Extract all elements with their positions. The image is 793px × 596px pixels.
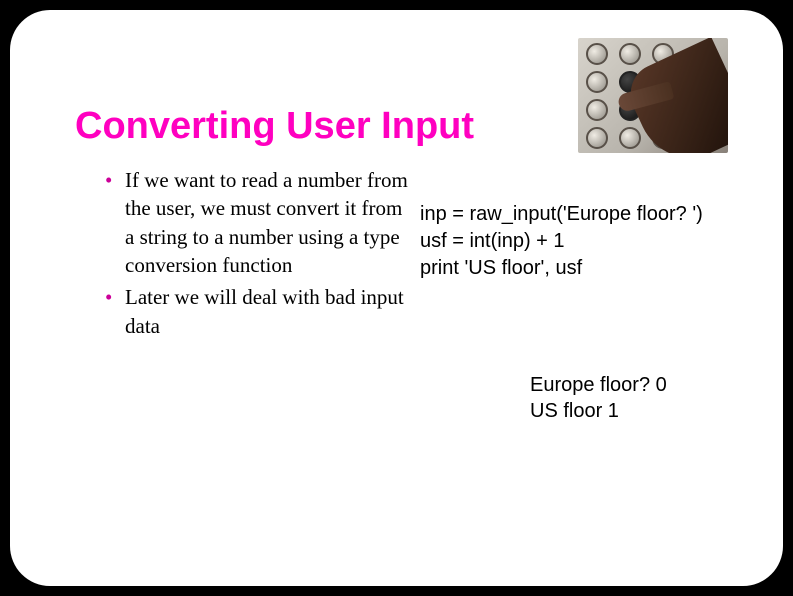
keypad-button — [586, 43, 608, 65]
output-line: Europe floor? 0 — [530, 372, 743, 398]
code-line: inp = raw_input('Europe floor? ') — [420, 201, 743, 228]
keypad-button — [619, 43, 641, 65]
code-block: inp = raw_input('Europe floor? ') usf = … — [420, 201, 743, 282]
bullet-list: If we want to read a number from the use… — [105, 166, 415, 424]
output-line: US floor 1 — [530, 398, 743, 424]
content-row: If we want to read a number from the use… — [50, 166, 743, 424]
code-line: print 'US floor', usf — [420, 255, 743, 282]
output-block: Europe floor? 0 US floor 1 — [530, 372, 743, 424]
keypad-button — [619, 127, 641, 149]
code-column: inp = raw_input('Europe floor? ') usf = … — [415, 166, 743, 424]
bullet-item: Later we will deal with bad input data — [105, 283, 415, 340]
code-line: usf = int(inp) + 1 — [420, 228, 743, 255]
keypad-button — [586, 99, 608, 121]
bullet-item: If we want to read a number from the use… — [105, 166, 415, 279]
keypad-button — [586, 127, 608, 149]
slide-container: Converting User Input If we want to read… — [10, 10, 783, 586]
keypad-image — [578, 38, 728, 153]
keypad-button — [586, 71, 608, 93]
